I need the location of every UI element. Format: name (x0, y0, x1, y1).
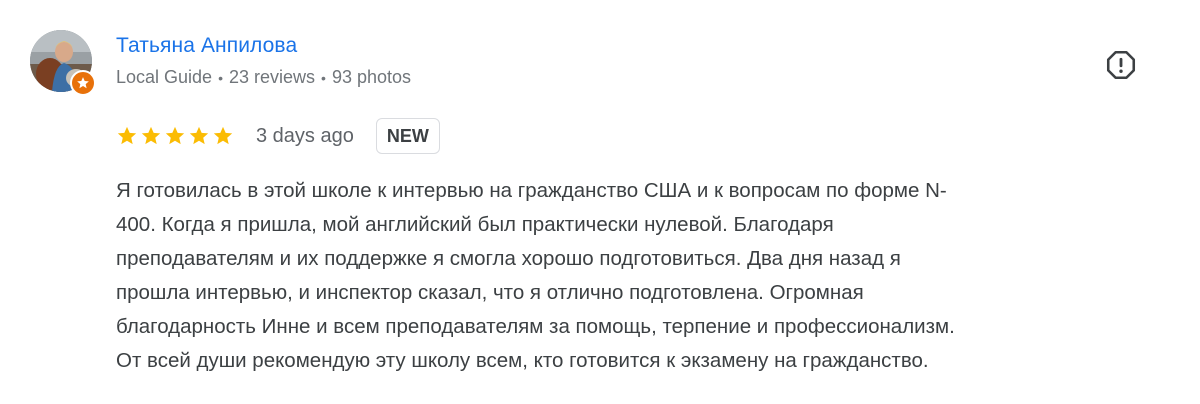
separator-dot: • (218, 69, 223, 86)
review-text-line: Я готовилась в этой школе к интервью на … (116, 179, 947, 202)
star-filled-icon (141, 126, 161, 145)
reviewer-name[interactable]: Татьяна Анпилова (116, 34, 297, 58)
star-filled-icon (117, 126, 137, 145)
reviewer-avatar[interactable] (30, 30, 96, 96)
new-badge: NEW (375, 118, 440, 154)
star-filled-icon (213, 126, 233, 145)
local-guide-label: Local Guide (116, 67, 213, 87)
local-guide-star-icon (70, 70, 96, 96)
review-count: 23 reviews (228, 67, 316, 87)
star-filled-icon (189, 126, 209, 145)
review-text: Я готовилась в этой школе к интервью на … (116, 174, 1160, 378)
photo-count: 93 photos (331, 67, 412, 87)
report-button[interactable] (1104, 48, 1138, 82)
star-filled-icon (165, 126, 185, 145)
review-text-line: От всей души рекомендую эту школу всем, … (116, 349, 929, 372)
review-text-line: благодарность Инне и всем преподавателям… (116, 315, 955, 338)
reviewer-meta[interactable]: Local Guide • 23 reviews • 93 photos (116, 67, 411, 88)
separator-dot: • (321, 69, 326, 86)
review-date: 3 days ago (256, 124, 354, 147)
review-text-line: преподавателям и их поддержке я смогла х… (116, 247, 901, 270)
report-icon (1106, 50, 1136, 80)
review-card: Татьяна Анпилова Local Guide • 23 review… (0, 0, 1200, 404)
review-text-line: прошла интервью, и инспектор сказал, что… (116, 281, 864, 304)
review-text-line: 400. Когда я пришла, мой английский был … (116, 213, 834, 236)
rating-row: 3 days ago NEW (116, 116, 440, 156)
star-rating (116, 125, 234, 147)
